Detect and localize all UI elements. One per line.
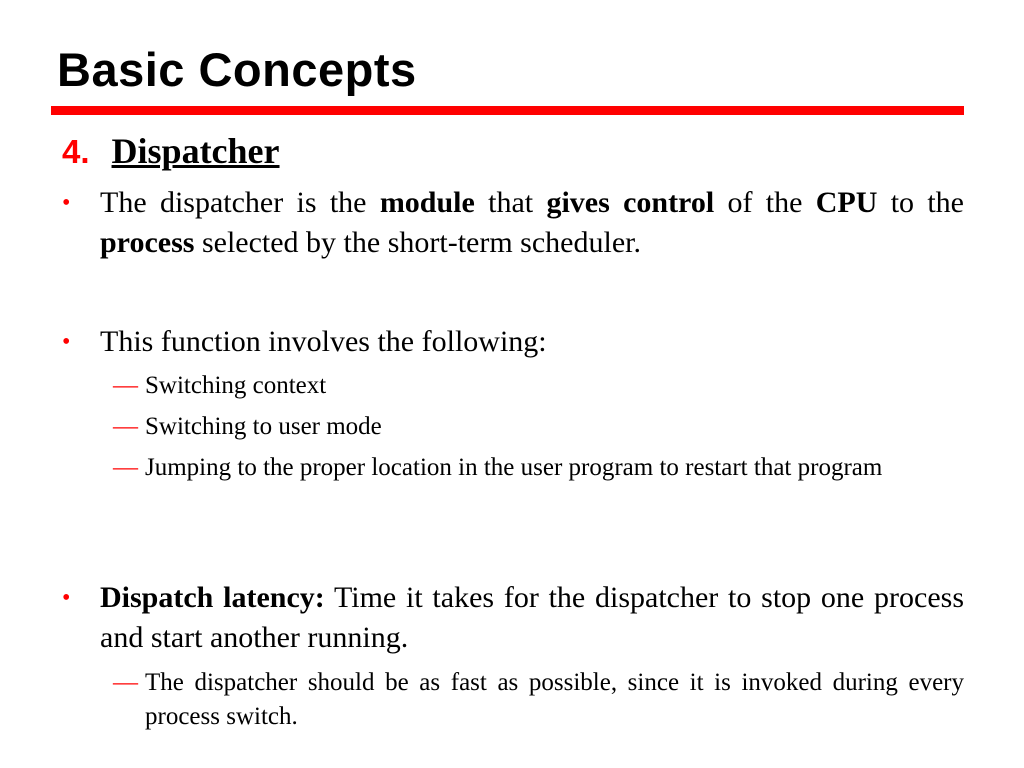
sub-item: — The dispatcher should be as fast as po…	[113, 666, 964, 734]
text-run: The dispatcher is the	[100, 186, 380, 219]
bold-term-dispatch-latency: Dispatch latency:	[100, 581, 325, 614]
dash-icon: —	[113, 454, 138, 481]
text-run: to the	[877, 186, 964, 219]
dash-icon: —	[113, 413, 138, 440]
text-run: that	[474, 186, 547, 219]
bullet-text: Dispatch latency: Time it takes for the …	[100, 578, 964, 658]
sub-item: — Switching context	[113, 369, 964, 403]
text-run: of the	[714, 186, 816, 219]
sub-item-text: The dispatcher should be as fast as poss…	[145, 669, 964, 730]
bullet-dispatcher-definition: • The dispatcher is the module that give…	[62, 183, 964, 263]
bullet-icon: •	[62, 329, 71, 355]
section-number: 4.	[62, 133, 90, 170]
sub-item: — Jumping to the proper location in the …	[113, 451, 964, 485]
bold-term-module: module	[379, 186, 475, 219]
section-heading: 4. Dispatcher	[62, 130, 280, 173]
bold-term-gives-control: gives control	[546, 186, 715, 219]
sub-item: — Switching to user mode	[113, 410, 964, 444]
title-underline-rule	[51, 106, 964, 115]
dash-icon: —	[113, 669, 138, 696]
bullet-text: This function involves the following:	[100, 325, 547, 358]
bullet-dispatch-latency: • Dispatch latency: Time it takes for th…	[62, 578, 964, 658]
bullet-icon: •	[62, 190, 71, 216]
bold-term-process: process	[100, 226, 195, 259]
section-name: Dispatcher	[111, 131, 280, 171]
text-run: selected by the short-term scheduler.	[194, 226, 641, 259]
sub-item-text: Switching to user mode	[145, 413, 382, 440]
bullet-text: The dispatcher is the module that gives …	[100, 183, 964, 263]
sub-item-text: Jumping to the proper location in the us…	[145, 454, 883, 481]
slide-title: Basic Concepts	[57, 43, 417, 96]
bullet-icon: •	[62, 585, 71, 611]
sub-item-text: Switching context	[145, 372, 327, 399]
bullet-function-involves: • This function involves the following:	[62, 322, 964, 362]
bold-term-cpu: CPU	[815, 186, 878, 219]
dash-icon: —	[113, 372, 138, 399]
